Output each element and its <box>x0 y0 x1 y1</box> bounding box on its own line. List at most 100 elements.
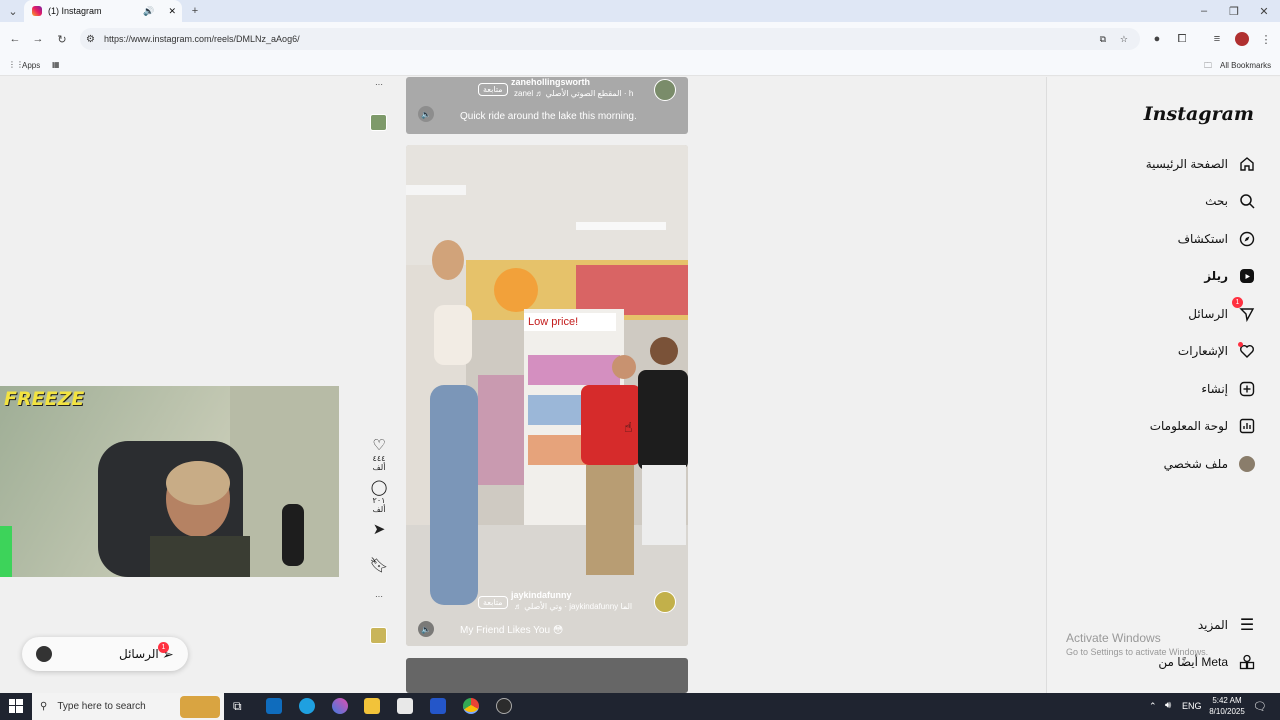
clock-date: 8/10/2025 <box>1209 707 1245 716</box>
taskbar-search-box[interactable]: ⚲ Type here to search <box>32 693 224 720</box>
comment-action[interactable]: ◯ ٢٠١ ألف <box>365 478 393 514</box>
new-tab-icon[interactable]: + <box>188 4 202 18</box>
reload-icon[interactable]: ↻ <box>55 32 69 46</box>
audio-thumbnail-2[interactable] <box>370 627 387 644</box>
all-bookmarks-button[interactable]: All Bookmarks <box>1220 61 1271 70</box>
comment-bubble-icon[interactable]: ◯ <box>365 478 393 496</box>
save-bookmark-icon[interactable]: 🔖︎ <box>365 556 393 574</box>
store-sign: Low price! <box>524 313 616 331</box>
instagram-sidebar: Instagram الصفحة الرئيسية بحث استكشاف ري… <box>1046 77 1280 693</box>
site-info-icon[interactable]: ⚙ <box>86 34 95 45</box>
forward-icon[interactable]: → <box>31 32 45 46</box>
apps-bookmark[interactable]: Apps <box>22 61 40 70</box>
tab-search-chevron-icon[interactable]: ⌄ <box>6 4 20 18</box>
nav-explore[interactable]: استكشاف <box>1178 230 1256 248</box>
task-view-icon[interactable]: ⧉ <box>233 699 242 714</box>
nav-label-meta: أيضًا من Meta <box>1158 655 1228 669</box>
profile-avatar-icon[interactable] <box>1235 32 1249 46</box>
messages-pill[interactable]: الرسائل ➢ 1 <box>22 637 188 671</box>
restore-icon[interactable]: ❐ <box>1227 4 1241 18</box>
url-field[interactable]: ⚙ https://www.instagram.com/reels/DMLNz_… <box>80 28 1140 50</box>
menu-dots-icon[interactable]: ⋮ <box>1259 32 1273 46</box>
windows-taskbar: ⚲ Type here to search ⧉ ⌃ 🔊︎ ENG 5:42 AM… <box>0 693 1280 720</box>
tray-chevron-icon[interactable]: ⌃ <box>1149 701 1157 712</box>
chrome-icon[interactable] <box>463 698 479 714</box>
window-close-icon[interactable]: ✕ <box>1257 4 1271 18</box>
reel-audio[interactable]: ♬ وتي الأصلي · jaykindafunny الما <box>514 602 632 611</box>
edge-icon[interactable] <box>299 698 315 714</box>
taskbar-clock[interactable]: 5:42 AM 8/10/2025 <box>1205 695 1249 717</box>
bookmark-star-icon[interactable]: ☆ <box>1120 34 1128 45</box>
volume-icon[interactable]: 🔊︎ <box>1165 700 1171 711</box>
more-options-icon[interactable]: ··· <box>365 592 393 601</box>
tab-groups-icon[interactable]: ▦ <box>52 60 60 69</box>
search-highlight-image <box>180 695 220 718</box>
obs-icon[interactable] <box>496 698 512 714</box>
more-options-icon[interactable]: ··· <box>365 80 393 89</box>
security-shield-icon[interactable] <box>430 698 446 714</box>
folder-icon: 🗀 <box>1204 61 1212 70</box>
reel-author-avatar[interactable] <box>654 79 676 101</box>
url-text: https://www.instagram.com/reels/DMLNz_aA… <box>104 34 300 44</box>
search-icon <box>1238 192 1256 210</box>
reel-card-2[interactable]: Low price! 🔈 My Friend Likes You 😳 jayki… <box>406 145 688 646</box>
nav-notifications[interactable]: الإشعارات <box>1178 342 1256 360</box>
heart-icon[interactable]: ♡ <box>365 436 393 454</box>
nav-profile[interactable]: ملف شخصي <box>1164 455 1256 473</box>
reel-audio[interactable]: zanel ♬ المقطع الصوتي الأصلي · h <box>514 89 633 98</box>
notification-center-icon[interactable]: 🗨︎ <box>1253 700 1267 713</box>
tab-instagram[interactable]: (1) Instagram 🔊 ✕ <box>24 0 182 22</box>
nav-label-profile: ملف شخصي <box>1163 457 1228 471</box>
share-send-icon[interactable]: ➤ <box>365 520 393 538</box>
instagram-logo[interactable]: Instagram <box>1144 103 1254 125</box>
follow-button[interactable]: متابعة <box>478 83 508 96</box>
extension-circle-icon[interactable]: ● <box>1150 32 1164 46</box>
reel-card-3[interactable] <box>406 658 688 693</box>
nav-dashboard[interactable]: لوحة المعلومات <box>1150 417 1256 435</box>
nav-messages[interactable]: الرسائل 1 <box>1188 297 1256 323</box>
minimize-icon[interactable]: – <box>1197 4 1211 18</box>
mute-icon[interactable]: 🔈 <box>418 106 434 122</box>
nav-more[interactable]: المزيد ☰ <box>1198 616 1256 634</box>
nav-label-notifications: الإشعارات <box>1177 344 1228 358</box>
store-icon[interactable] <box>397 698 413 714</box>
language-indicator[interactable]: ENG <box>1182 701 1202 711</box>
outlook-icon[interactable] <box>266 698 282 714</box>
nav-label-more: المزيد <box>1197 618 1228 632</box>
windows-start-icon[interactable] <box>9 699 23 713</box>
reel-caption: Quick ride around the lake this morning. <box>460 111 637 122</box>
nav-home[interactable]: الصفحة الرئيسية <box>1146 155 1256 173</box>
nav-search[interactable]: بحث <box>1205 192 1256 210</box>
extensions-puzzle-icon[interactable]: ⧠ <box>1175 32 1189 46</box>
taskbar-search-placeholder: Type here to search <box>57 701 146 712</box>
home-icon <box>1238 155 1256 173</box>
nav-create[interactable]: إنشاء <box>1201 380 1256 398</box>
file-explorer-icon[interactable] <box>364 698 380 714</box>
tab-title: (1) Instagram <box>48 6 102 16</box>
nav-label-home: الصفحة الرئيسية <box>1145 157 1228 171</box>
back-icon[interactable]: ← <box>8 32 22 46</box>
reel-username[interactable]: jaykindafunny <box>511 590 572 600</box>
comment-count: ٢٠١ ألف <box>372 496 386 514</box>
nav-reels[interactable]: ريلز <box>1204 267 1256 285</box>
messages-avatar <box>36 646 52 662</box>
audio-thumbnail-1[interactable] <box>370 114 387 131</box>
reel-card-1[interactable]: 🔈 Quick ride around the lake this mornin… <box>406 77 688 134</box>
media-control-icon[interactable]: ≡ <box>1210 32 1224 46</box>
hamburger-icon: ☰ <box>1239 617 1255 634</box>
install-app-icon[interactable]: ⧉ <box>1100 34 1106 45</box>
messages-badge: 1 <box>1232 297 1243 308</box>
reel-author-avatar[interactable] <box>654 591 676 613</box>
reel-username[interactable]: zanehollingsworth <box>511 77 590 87</box>
tab-close-icon[interactable]: ✕ <box>168 6 176 17</box>
search-icon: ⚲ <box>40 701 48 712</box>
reels-icon <box>1238 267 1256 285</box>
nav-label-explore: استكشاف <box>1177 232 1228 246</box>
copilot-icon[interactable] <box>332 698 348 714</box>
mute-icon[interactable]: 🔈 <box>418 621 434 637</box>
like-count: ٤٤٤ ألف <box>372 454 386 472</box>
nav-label-reels: ريلز <box>1204 269 1228 283</box>
activate-windows-title: Activate Windows <box>1066 631 1161 645</box>
follow-button[interactable]: متابعة <box>478 596 508 609</box>
like-action[interactable]: ♡ ٤٤٤ ألف <box>365 436 393 472</box>
